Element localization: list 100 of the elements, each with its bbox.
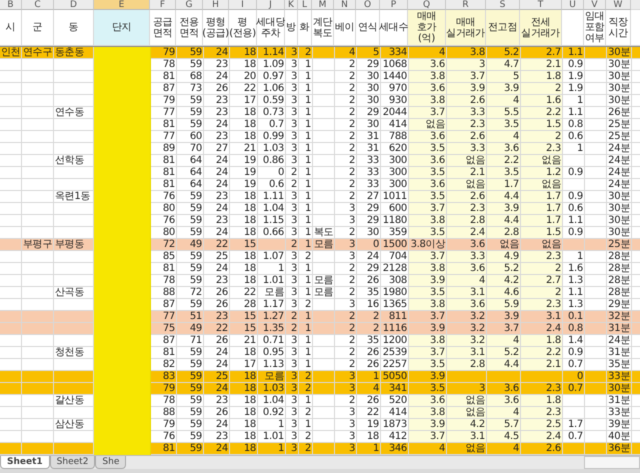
table-cell: 2 xyxy=(299,251,313,263)
table-cell: 27 xyxy=(357,191,381,203)
table-cell: 3 xyxy=(447,59,487,71)
table-cell: 71 xyxy=(177,335,204,347)
column-header: 시 xyxy=(0,10,22,46)
column-letter[interactable]: V xyxy=(584,0,606,10)
table-cell: 2 xyxy=(335,83,357,95)
table-cell: 2 xyxy=(335,131,357,143)
table-cell: 24 xyxy=(204,359,230,371)
sheet-tab[interactable]: Sheet1 xyxy=(0,456,50,469)
column-letter[interactable]: K xyxy=(285,0,298,10)
column-letter[interactable]: J xyxy=(257,0,285,10)
table-cell: 30 xyxy=(357,71,381,83)
table-cell: 3.5 xyxy=(409,143,447,155)
table-cell: 2 xyxy=(335,395,357,407)
column-letter[interactable]: H xyxy=(203,0,229,10)
table-cell: 4.2 xyxy=(487,275,521,287)
table-cell: 1980 xyxy=(381,287,409,299)
table-cell: 3 xyxy=(286,83,299,95)
table-cell: 3 xyxy=(286,347,299,359)
table-cell: 0.99 xyxy=(258,131,286,143)
column-letter[interactable]: D xyxy=(54,0,94,10)
sheet-tab[interactable]: She xyxy=(95,456,126,469)
table-cell: 없음 xyxy=(521,155,563,167)
table-cell: 1 xyxy=(299,335,313,347)
table-cell: 59 xyxy=(177,107,204,119)
column-letter[interactable]: C xyxy=(22,0,54,10)
table-cell: 0.6 xyxy=(258,179,286,191)
table-cell: 1 xyxy=(299,203,313,215)
column-letter[interactable]: F xyxy=(150,0,176,10)
column-header: 연식 xyxy=(356,10,380,46)
column-letter[interactable]: Q xyxy=(408,0,446,10)
table-cell: 모름 xyxy=(313,287,335,299)
table-cell: 26 xyxy=(204,407,230,419)
column-letter[interactable]: E xyxy=(94,0,150,10)
table-cell: 1.6 xyxy=(521,95,563,107)
table-cell: 0.8 xyxy=(563,119,585,131)
column-letter[interactable]: W xyxy=(606,0,631,10)
table-cell: 77 xyxy=(151,131,177,143)
table-cell: 520 xyxy=(381,395,409,407)
column-header: 군 xyxy=(22,10,54,46)
table-cell: 2257 xyxy=(381,359,409,371)
table-cell: 26 xyxy=(204,287,230,299)
table-cell: 0.71 xyxy=(258,335,286,347)
table-cell: 0.73 xyxy=(258,107,286,119)
table-cell: 1 xyxy=(299,119,313,131)
table-cell: 1.7 xyxy=(521,191,563,203)
column-letter[interactable]: U xyxy=(562,0,584,10)
table-cell: 2.4 xyxy=(521,431,563,443)
table-cell: 3.3 xyxy=(447,251,487,263)
table-cell: 59 xyxy=(177,359,204,371)
column-letter[interactable]: T xyxy=(520,0,562,10)
table-cell: 73 xyxy=(177,83,204,95)
column-letter[interactable]: I xyxy=(229,0,257,10)
table-cell: 2 xyxy=(335,263,357,275)
table-cell: 2.1 xyxy=(521,359,563,371)
table-cell: 2.5 xyxy=(521,419,563,431)
column-letter[interactable]: B xyxy=(0,0,22,10)
table-cell: 2 xyxy=(521,83,563,95)
table-cell: 2.8 xyxy=(447,359,487,371)
table-cell: 1 xyxy=(299,359,313,371)
table-cell: 1.15 xyxy=(258,215,286,227)
column-letter[interactable]: P xyxy=(380,0,408,10)
column-header: 매매 호가(억) xyxy=(408,10,446,46)
column-letter[interactable]: L xyxy=(298,0,312,10)
table-cell: 3 xyxy=(286,251,299,263)
column-letter[interactable]: S xyxy=(486,0,520,10)
table-cell: 24 xyxy=(204,119,230,131)
column-header: 공급 면적 xyxy=(150,10,176,46)
table-cell: 1.06 xyxy=(258,83,286,95)
column-letter[interactable]: N xyxy=(334,0,356,10)
table-cell: 2.3 xyxy=(447,203,487,215)
table-cell: 복도 xyxy=(313,227,335,239)
table-cell: 85 xyxy=(151,251,177,263)
table-cell: 삼산동 xyxy=(54,419,94,431)
table-cell: 19 xyxy=(230,179,258,191)
sheet-tab[interactable]: Sheet2 xyxy=(50,456,96,469)
table-cell: 87 xyxy=(151,83,177,95)
horizontal-scrollbar[interactable] xyxy=(584,456,640,469)
table-cell: 24 xyxy=(204,71,230,83)
table-cell: 3.6 xyxy=(409,395,447,407)
column-letter[interactable]: G xyxy=(176,0,203,10)
table-cell: 3.6 xyxy=(409,155,447,167)
table-cell: 30분 xyxy=(607,215,632,227)
table-cell: 2 xyxy=(299,407,313,419)
column-letter[interactable]: M xyxy=(312,0,334,10)
table-cell: 23 xyxy=(204,95,230,107)
table-cell: 29 xyxy=(357,59,381,71)
table-cell: 3.6 xyxy=(487,395,521,407)
table-cell: 33분 xyxy=(607,407,632,419)
table-cell: 1.01 xyxy=(258,431,286,443)
table-cell: 59 xyxy=(177,191,204,203)
table-cell: 2.3 xyxy=(521,143,563,155)
column-letter[interactable]: O xyxy=(356,0,380,10)
table-cell: 3 xyxy=(286,287,299,299)
column-letter[interactable]: R xyxy=(446,0,486,10)
table-cell: 29 xyxy=(357,215,381,227)
table-cell: 1.5 xyxy=(521,119,563,131)
table-cell: 35분 xyxy=(607,359,632,371)
table-cell: 3.8 xyxy=(409,335,447,347)
